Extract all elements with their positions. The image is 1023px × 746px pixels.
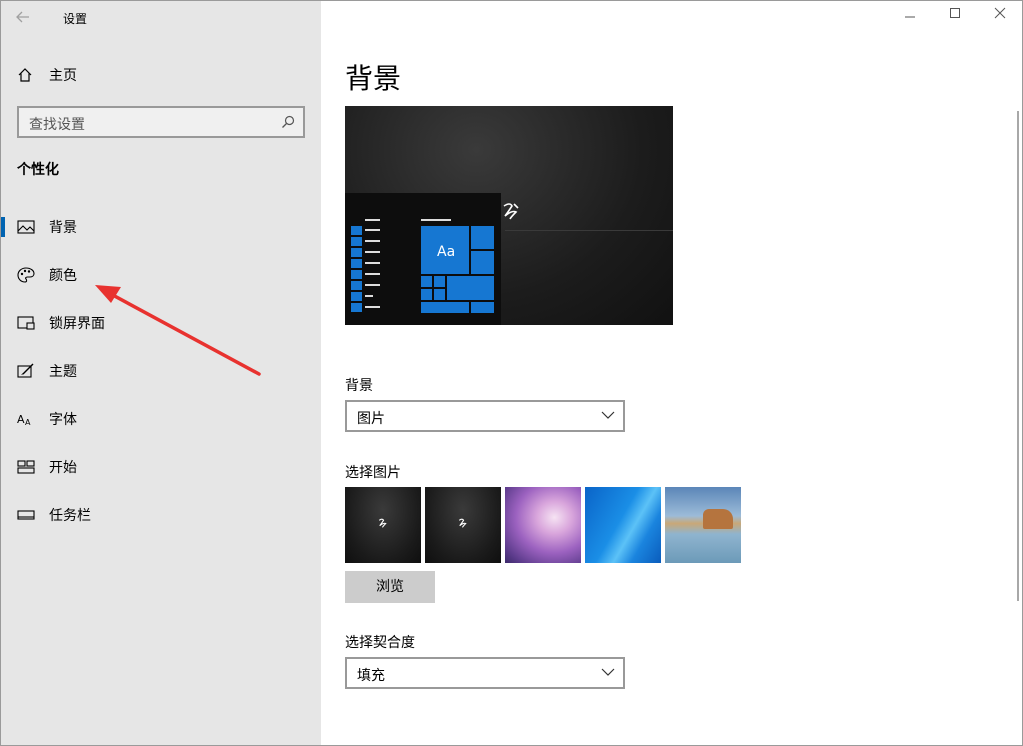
background-preview: Aa xyxy=(345,106,673,325)
wallpaper-logo-icon xyxy=(458,518,467,528)
home-label: 主页 xyxy=(49,68,77,84)
sidebar-item-label: 字体 xyxy=(49,412,77,428)
picture-thumbnail-4[interactable] xyxy=(585,487,661,563)
search-icon xyxy=(282,115,295,128)
font-icon: A A xyxy=(17,413,31,427)
home-nav[interactable]: 主页 xyxy=(17,65,77,85)
picture-thumbnail-2[interactable] xyxy=(425,487,501,563)
palette-icon xyxy=(17,267,35,283)
settings-window: 设置 主页 查找设置 个性化 背景 颜色 锁屏界面 主题 A A 字体 开始 任… xyxy=(0,0,1023,746)
sidebar: 设置 主页 查找设置 个性化 背景 颜色 锁屏界面 主题 A A 字体 开始 任… xyxy=(1,1,321,745)
image-icon xyxy=(17,220,35,234)
svg-text:A: A xyxy=(25,418,31,427)
picture-thumbnail-5[interactable] xyxy=(665,487,741,563)
sidebar-item-taskbar[interactable]: 任务栏 xyxy=(1,495,321,535)
sidebar-item-themes[interactable]: 主题 xyxy=(1,351,321,391)
taskbar-icon xyxy=(17,510,35,520)
picture-thumbnail-3[interactable] xyxy=(505,487,581,563)
sidebar-item-background[interactable]: 背景 xyxy=(1,207,321,247)
minimize-icon xyxy=(905,16,915,18)
home-icon xyxy=(18,68,32,82)
sidebar-item-colors[interactable]: 颜色 xyxy=(1,255,321,295)
chevron-down-icon xyxy=(601,411,615,419)
preview-divider xyxy=(505,230,673,231)
choose-picture-label: 选择图片 xyxy=(345,465,401,481)
sidebar-item-label: 开始 xyxy=(49,460,77,476)
maximize-icon xyxy=(950,8,960,18)
theme-icon xyxy=(17,363,34,378)
background-type-dropdown[interactable]: 图片 xyxy=(345,400,625,432)
preview-tile-label: Aa xyxy=(437,244,456,260)
fit-label: 选择契合度 xyxy=(345,635,415,651)
picture-thumbnail-1[interactable] xyxy=(345,487,421,563)
sidebar-item-fonts[interactable]: A A 字体 xyxy=(1,399,321,439)
sidebar-item-label: 背景 xyxy=(49,220,77,236)
preview-start-menu: Aa xyxy=(345,193,501,325)
start-icon xyxy=(17,460,35,474)
back-button[interactable] xyxy=(13,7,37,29)
minimize-button[interactable] xyxy=(895,7,925,29)
svg-text:A: A xyxy=(17,413,25,426)
scrollbar[interactable] xyxy=(1017,111,1019,601)
close-button[interactable] xyxy=(985,7,1015,29)
background-type-value: 图片 xyxy=(357,411,385,427)
app-title: 设置 xyxy=(63,12,88,26)
maximize-button[interactable] xyxy=(940,7,970,29)
wallpaper-logo-icon xyxy=(503,203,519,220)
section-title: 个性化 xyxy=(17,162,59,178)
sidebar-item-label: 颜色 xyxy=(49,268,77,284)
search-placeholder: 查找设置 xyxy=(29,117,85,133)
background-type-label: 背景 xyxy=(345,378,373,394)
sidebar-item-label: 锁屏界面 xyxy=(49,316,105,332)
preview-tile: Aa xyxy=(421,226,469,274)
browse-button[interactable]: 浏览 xyxy=(345,571,435,603)
page-title: 背景 xyxy=(345,62,402,95)
lock-screen-icon xyxy=(17,316,35,330)
sidebar-item-lock-screen[interactable]: 锁屏界面 xyxy=(1,303,321,343)
sidebar-item-start[interactable]: 开始 xyxy=(1,447,321,487)
fit-value: 填充 xyxy=(357,668,385,684)
search-input[interactable]: 查找设置 xyxy=(17,106,305,138)
sidebar-item-label: 任务栏 xyxy=(49,508,91,524)
sidebar-item-label: 主题 xyxy=(49,364,77,380)
back-arrow-icon xyxy=(16,11,29,23)
close-icon xyxy=(994,7,1006,19)
chevron-down-icon xyxy=(601,668,615,676)
wallpaper-logo-icon xyxy=(378,518,387,528)
fit-dropdown[interactable]: 填充 xyxy=(345,657,625,689)
